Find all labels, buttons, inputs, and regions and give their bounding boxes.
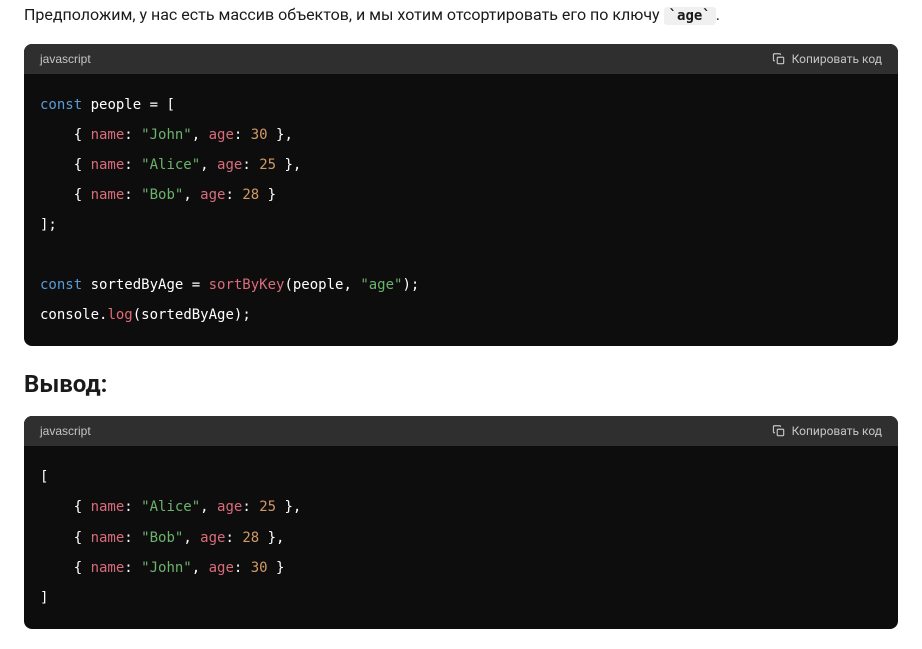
code-content[interactable]: const people = [ { name: "John", age: 30…: [24, 74, 898, 347]
copy-label: Копировать код: [792, 424, 882, 438]
prop-age: age: [209, 560, 234, 576]
intro-suffix: .: [716, 5, 720, 24]
number-value: 25: [259, 499, 276, 515]
string-value: "Bob": [141, 530, 183, 546]
code-text: sortedByAge =: [82, 277, 208, 293]
intro-prefix: Предположим, у нас есть массив объектов,…: [24, 5, 664, 24]
prop-name: name: [91, 127, 125, 143]
string-value: "Alice": [141, 157, 200, 173]
prop-age: age: [200, 530, 225, 546]
string-value: "John": [141, 127, 192, 143]
code-text: (people,: [284, 277, 360, 293]
code-text: );: [402, 277, 419, 293]
string-value: "John": [141, 560, 192, 576]
prop-name: name: [91, 187, 125, 203]
function-call: sortByKey: [209, 277, 285, 293]
copy-icon: [772, 52, 786, 66]
number-value: 28: [242, 187, 259, 203]
code-text: [: [40, 469, 48, 485]
prop-name: name: [91, 499, 125, 515]
prop-age: age: [217, 499, 242, 515]
string-value: "age": [360, 277, 402, 293]
copy-icon: [772, 424, 786, 438]
prop-age: age: [200, 187, 225, 203]
code-language-label: javascript: [40, 424, 91, 438]
keyword-const: const: [40, 97, 82, 113]
prop-age: age: [209, 127, 234, 143]
copy-code-button[interactable]: Копировать код: [772, 52, 882, 66]
prop-name: name: [91, 560, 125, 576]
string-value: "Alice": [141, 499, 200, 515]
console-object: console: [40, 307, 99, 323]
number-value: 30: [251, 127, 268, 143]
keyword-const: const: [40, 277, 82, 293]
number-value: 28: [242, 530, 259, 546]
string-value: "Bob": [141, 187, 183, 203]
copy-label: Копировать код: [792, 52, 882, 66]
code-text: ]: [40, 590, 48, 606]
copy-code-button[interactable]: Копировать код: [772, 424, 882, 438]
prop-age: age: [217, 157, 242, 173]
code-text: people = [: [82, 97, 175, 113]
code-block-output: javascript Копировать код [ { name: "Ali…: [24, 416, 898, 628]
code-text: ];: [40, 217, 57, 233]
number-value: 25: [259, 157, 276, 173]
code-text: (sortedByAge);: [133, 307, 251, 323]
inline-code-age: `age`: [664, 7, 716, 25]
intro-paragraph: Предположим, у нас есть массив объектов,…: [24, 2, 898, 28]
output-heading: Вывод:: [24, 370, 898, 398]
prop-name: name: [91, 530, 125, 546]
code-header: javascript Копировать код: [24, 416, 898, 446]
code-language-label: javascript: [40, 52, 91, 66]
method-log: log: [107, 307, 132, 323]
code-header: javascript Копировать код: [24, 44, 898, 74]
code-block-input: javascript Копировать код const people =…: [24, 44, 898, 347]
number-value: 30: [251, 560, 268, 576]
prop-name: name: [91, 157, 125, 173]
code-content[interactable]: [ { name: "Alice", age: 25 }, { name: "B…: [24, 446, 898, 628]
